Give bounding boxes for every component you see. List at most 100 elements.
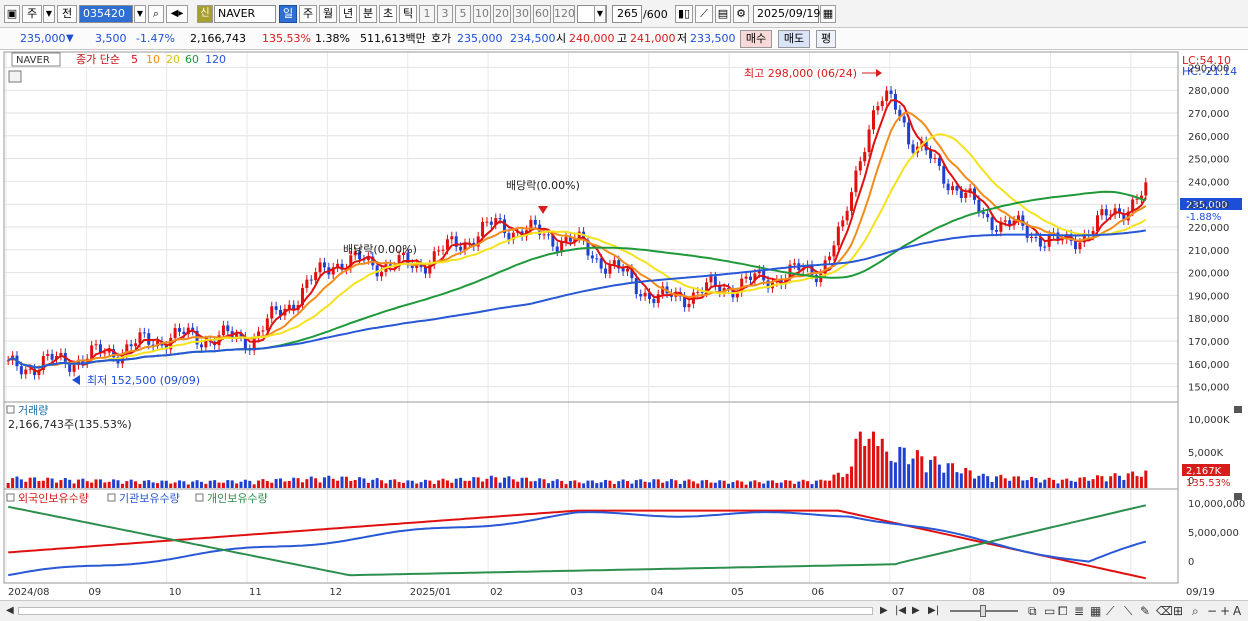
line-draw-icon[interactable]: ⟋: [695, 5, 713, 23]
save-icon[interactable]: ▤: [715, 5, 731, 23]
volume-bar: [287, 480, 291, 488]
interval-30-button[interactable]: 30: [513, 5, 531, 23]
count-input[interactable]: 265: [612, 5, 642, 23]
volume-bar: [173, 482, 177, 488]
stock-code-input[interactable]: 035420: [79, 5, 133, 23]
eval-button[interactable]: 평: [816, 30, 836, 48]
candle-icon[interactable]: ▮▯: [675, 5, 693, 23]
candle-body: [173, 328, 177, 339]
volume-value: 2,166,743: [190, 32, 246, 45]
code-dropdown-icon[interactable]: ▼: [134, 5, 146, 23]
candle-body: [639, 294, 643, 297]
volume-bar: [37, 481, 41, 488]
candle-body: [880, 100, 884, 107]
calendar-icon[interactable]: ▦: [820, 5, 836, 23]
stock-chart[interactable]: NAVER 종가 단순 5 10 20 60 120 LC:54.10 HC:-…: [0, 50, 1248, 600]
sell-button[interactable]: 매도: [778, 30, 810, 48]
candle-body: [621, 268, 625, 272]
volume-bar: [296, 478, 300, 488]
low-value: 233,500: [690, 32, 736, 45]
interval-120-button[interactable]: 120: [553, 5, 575, 23]
volume-bar: [687, 479, 691, 488]
volume-bar: [709, 482, 713, 488]
layout-split-icon[interactable]: ⧉: [1028, 604, 1037, 618]
volume-bar: [836, 472, 840, 488]
volume-bar: [1034, 478, 1038, 488]
volume-bar: [1069, 480, 1073, 488]
volume-bar: [880, 438, 884, 488]
volume-bar: [344, 476, 348, 488]
candle-body: [907, 122, 911, 145]
scroll-track[interactable]: [18, 607, 873, 615]
font-size-icon[interactable]: A: [1233, 604, 1241, 618]
volume-bar: [915, 450, 919, 488]
volume-bar: [643, 481, 647, 488]
volume-bar: [454, 478, 458, 488]
interval-60-button[interactable]: 60: [533, 5, 551, 23]
zoom-out-icon[interactable]: −: [1207, 604, 1217, 618]
holding-close-icon[interactable]: [1234, 493, 1242, 500]
volume-bar: [599, 482, 603, 488]
volume-bar: [476, 477, 480, 488]
period-year-button[interactable]: 년: [339, 5, 357, 23]
list-icon[interactable]: ≣: [1074, 604, 1084, 618]
interval-5-button[interactable]: 5: [455, 5, 471, 23]
volume-toggle-icon[interactable]: [6, 405, 15, 414]
volume-close-icon[interactable]: [1234, 406, 1242, 413]
chevron-down-icon[interactable]: ▼: [43, 5, 55, 23]
play-icon[interactable]: ▶: [912, 604, 920, 618]
period-week-button[interactable]: 주: [299, 5, 317, 23]
period-tick-button[interactable]: 틱: [399, 5, 417, 23]
date-input[interactable]: 2025/09/19: [753, 5, 820, 23]
volume-bar: [1095, 475, 1099, 488]
volume-bar: [450, 482, 454, 488]
stock-name-field[interactable]: NAVER: [214, 5, 276, 23]
scroll-right-icon[interactable]: ▶: [880, 604, 888, 618]
volume-bar: [481, 481, 485, 488]
text-tool-icon[interactable]: ⊞: [1173, 604, 1183, 618]
gear-icon[interactable]: ⚙: [733, 5, 749, 23]
period-day-button[interactable]: 일: [279, 5, 297, 23]
volume-bar: [937, 464, 941, 488]
volume-bar: [164, 480, 168, 488]
zoom-in-icon[interactable]: +: [1220, 604, 1230, 618]
copy-icon[interactable]: ⧠: [1058, 604, 1068, 618]
candle-body: [959, 190, 963, 198]
scroll-left-icon[interactable]: ◀: [6, 604, 14, 618]
volume-bar: [485, 478, 489, 488]
zoom-search-icon[interactable]: ⌕: [1192, 604, 1199, 618]
period-month-button[interactable]: 월: [319, 5, 337, 23]
first-page-icon[interactable]: |◀: [895, 604, 906, 618]
volume-current-text: 2,167K: [1186, 466, 1222, 477]
holding-lines: [7, 504, 1147, 580]
prev-button[interactable]: 전: [57, 5, 77, 23]
buy-button[interactable]: 매수: [740, 30, 772, 48]
period-second-button[interactable]: 초: [379, 5, 397, 23]
volume-bar: [823, 480, 827, 488]
holding-toggle-icon[interactable]: [6, 493, 15, 502]
candle-body: [828, 256, 832, 261]
grid-icon[interactable]: ▦: [1090, 604, 1101, 618]
market-type-button[interactable]: 주: [22, 5, 42, 23]
candle-body: [560, 241, 564, 252]
chart-scroll-area[interactable]: ◀ ▶ |◀ ▶ ▶| ⧉ ▭ ⧠ ≣ ▦ ⟋ ⟍ ✎ ⌫ ⊞ ⌕ − + A: [0, 600, 1248, 621]
speaker-icon[interactable]: ◀▸: [166, 5, 188, 23]
calculator-icon[interactable]: [8, 70, 22, 83]
window-icon[interactable]: ▭: [1044, 604, 1055, 618]
trend-line-icon[interactable]: ⟋: [1106, 604, 1114, 618]
hoga-label: 호가: [431, 32, 452, 45]
draw-icon[interactable]: ✎: [1140, 604, 1150, 618]
eraser-icon[interactable]: ⌫: [1156, 604, 1173, 618]
interval-1-button[interactable]: 1: [419, 5, 435, 23]
period-minute-button[interactable]: 분: [359, 5, 377, 23]
layout-icon[interactable]: ▣: [4, 5, 20, 23]
interval-10-button[interactable]: 10: [473, 5, 491, 23]
search-icon[interactable]: ⌕: [148, 5, 164, 23]
interval-dropdown-icon[interactable]: ▼: [594, 5, 606, 23]
volume-bar: [634, 480, 638, 488]
last-page-icon[interactable]: ▶|: [928, 604, 939, 618]
interval-20-button[interactable]: 20: [493, 5, 511, 23]
fib-icon[interactable]: ⟍: [1124, 604, 1132, 618]
zoom-slider-handle[interactable]: [980, 605, 986, 617]
interval-3-button[interactable]: 3: [437, 5, 453, 23]
